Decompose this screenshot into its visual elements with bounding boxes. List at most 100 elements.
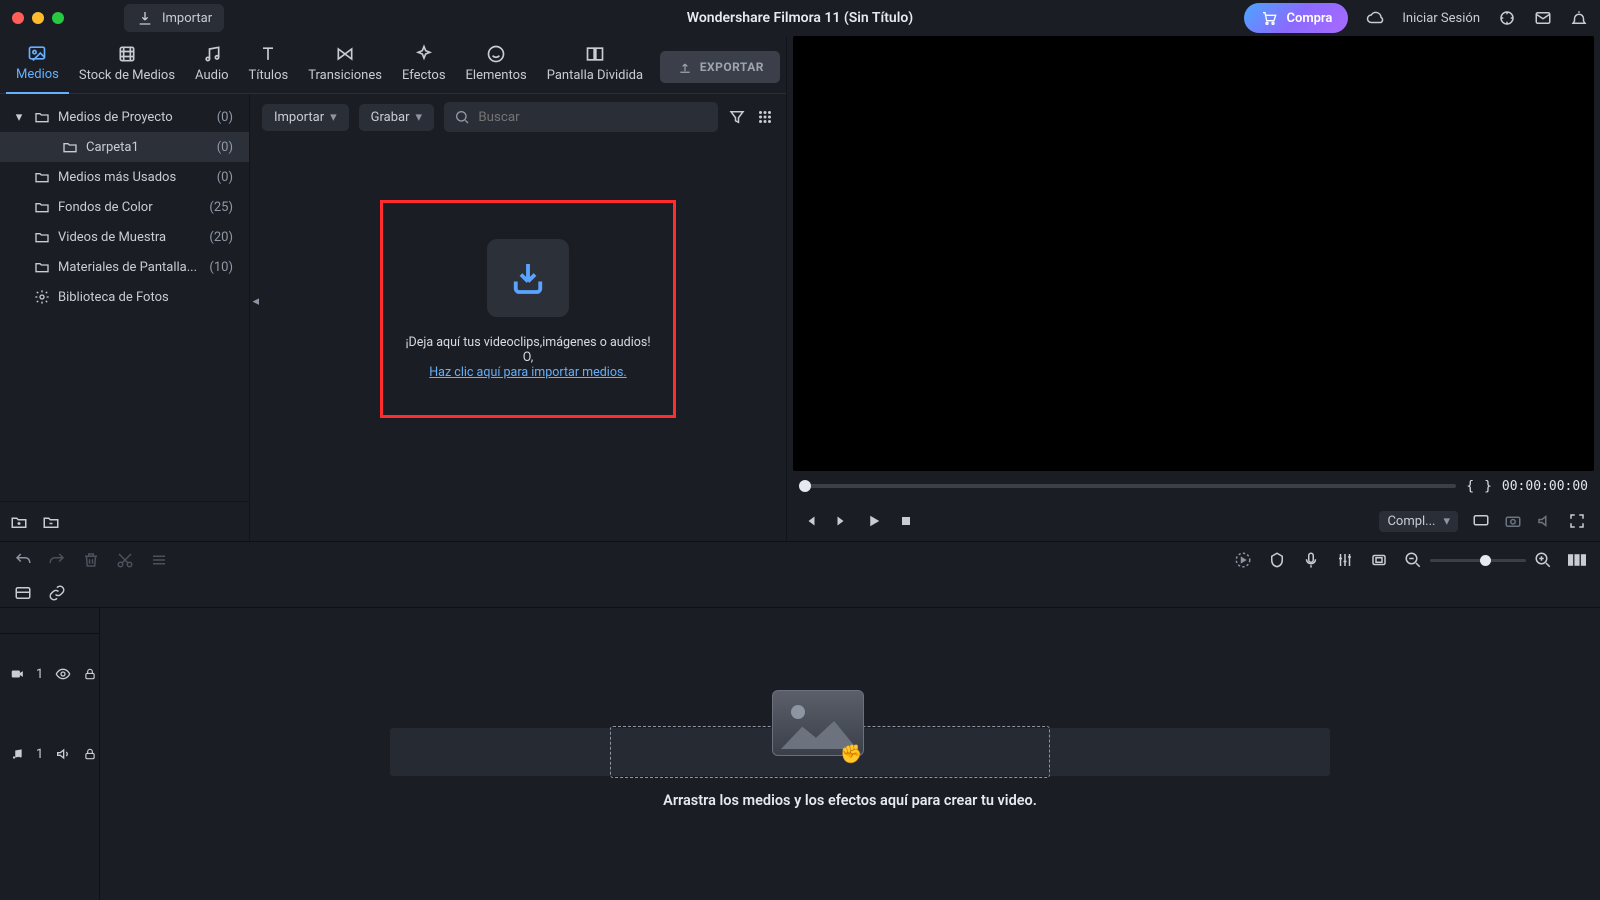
grid-view-icon[interactable] [756,108,774,126]
play-button[interactable] [865,512,883,530]
tab-label: Transiciones [308,68,382,83]
tab-effects[interactable]: Efectos [392,38,456,93]
minimize-window-button[interactable] [32,12,44,24]
import-dropdown[interactable]: Importar ▾ [262,104,349,131]
tab-audio[interactable]: Audio [185,38,238,93]
tab-label: Títulos [249,68,289,83]
sidebar-item-count: (0) [217,170,239,185]
tab-label: Medios [16,67,59,82]
preview-viewport[interactable] [793,36,1594,471]
cut-button[interactable] [116,551,134,569]
voiceover-icon[interactable] [1302,551,1320,569]
dropzone-import-link[interactable]: Haz clic aquí para importar medios. [429,365,626,380]
stop-button[interactable] [897,512,915,530]
fit-dropdown[interactable]: Compl... ▾ [1379,511,1458,532]
sidebar-item[interactable]: Medios más Usados(0) [0,162,249,192]
tab-elements[interactable]: Elementos [456,38,537,93]
prev-frame-button[interactable] [801,512,819,530]
mark-out-button[interactable]: } [1484,479,1492,494]
zoom-slider-thumb[interactable] [1480,555,1491,566]
fit-label: Compl... [1387,514,1435,529]
sidebar-item-label: Fondos de Color [58,200,153,215]
sidebar-item-count: (10) [209,260,239,275]
lock-icon[interactable] [83,665,97,683]
speaker-icon[interactable] [55,745,71,763]
zoom-out-icon[interactable] [1404,551,1422,569]
redo-button[interactable] [48,551,66,569]
mark-in-button[interactable]: { [1466,479,1474,494]
media-dropzone[interactable]: ¡Deja aquí tus videoclips,imágenes o aud… [380,200,676,418]
photo-icon [27,43,47,63]
render-preview-icon[interactable] [1234,551,1252,569]
title-icon [258,44,278,64]
tab-titles[interactable]: Títulos [239,38,299,93]
cloud-icon[interactable] [1366,9,1384,27]
search-icon [454,108,470,126]
sidebar-item[interactable]: Biblioteca de Fotos [0,282,249,312]
tab-transitions[interactable]: Transiciones [298,38,392,93]
filter-icon[interactable] [728,108,746,126]
sparkle-icon [414,44,434,64]
chevron-down-icon: ▾ [416,110,423,125]
audio-mixer-icon[interactable] [1336,551,1354,569]
link-icon[interactable] [48,584,66,602]
tab-splitscreen[interactable]: Pantalla Dividida [537,38,653,93]
export-button[interactable]: EXPORTAR [660,51,780,83]
fullscreen-icon[interactable] [1568,512,1586,530]
mail-icon[interactable] [1534,9,1552,27]
delete-button[interactable] [82,551,100,569]
timeline-canvas[interactable]: ✊ Arrastra los medios y los efectos aquí… [100,608,1600,900]
timeline-mode-icon[interactable] [14,584,32,602]
chevron-down-icon: ▾ [1443,514,1450,529]
zoom-slider[interactable] [1430,559,1526,562]
undo-button[interactable] [14,551,32,569]
sidebar-item-label: Materiales de Pantalla... [58,260,197,275]
sidebar-item-count: (0) [217,140,239,155]
eye-icon[interactable] [55,665,71,683]
search-field[interactable] [444,102,718,132]
folder-icon [34,170,50,184]
support-icon[interactable] [1498,9,1516,27]
tab-label: Audio [195,68,228,83]
search-input[interactable] [478,110,708,125]
purchase-button[interactable]: Compra [1244,3,1348,33]
tab-media[interactable]: Medios [6,37,69,94]
import-button[interactable]: Importar [124,4,224,32]
display-mode-icon[interactable] [1472,512,1490,530]
sidebar-item[interactable]: Fondos de Color (25) [0,192,249,222]
snapshot-icon[interactable] [1504,512,1522,530]
delete-folder-icon[interactable] [42,513,60,531]
record-dropdown-label: Grabar [371,110,410,125]
zoom-fit-icon[interactable] [1568,551,1586,569]
folder-icon [34,230,50,244]
zoom-in-icon[interactable] [1534,551,1552,569]
timeline-hint: Arrastra los medios y los efectos aquí p… [663,792,1037,809]
preview-scrubber[interactable] [799,484,1456,488]
new-folder-icon[interactable] [10,513,28,531]
next-frame-button[interactable] [833,512,851,530]
close-window-button[interactable] [12,12,24,24]
fullscreen-window-button[interactable] [52,12,64,24]
gear-icon [34,290,50,304]
record-dropdown[interactable]: Grabar ▾ [359,104,434,131]
sidebar-item[interactable]: Videos de Muestra(20) [0,222,249,252]
tab-label: Efectos [402,68,446,83]
sidebar-item-count: (0) [217,110,239,125]
volume-icon[interactable] [1536,512,1554,530]
sidebar-item[interactable]: ▾Medios de Proyecto(0) [0,102,249,132]
chevron-icon: ▾ [12,110,26,125]
lock-icon[interactable] [83,745,97,763]
sidebar-item[interactable]: Materiales de Pantalla... (10) [0,252,249,282]
audio-track-icon [10,745,24,763]
sidebar-item-count: (25) [209,200,239,215]
login-link[interactable]: Iniciar Sesión [1402,11,1480,26]
titlebar: Importar Wondershare Filmora 11 (Sin Tít… [0,0,1600,36]
video-track-number: 1 [36,667,43,682]
scrubber-playhead[interactable] [799,480,811,492]
crop-icon[interactable] [1370,551,1388,569]
tab-stock[interactable]: Stock de Medios [69,38,185,93]
marker-icon[interactable] [1268,551,1286,569]
settings-lines-icon[interactable] [150,551,168,569]
sidebar-item[interactable]: Carpeta1(0) [0,132,249,162]
notification-icon[interactable] [1570,9,1588,27]
